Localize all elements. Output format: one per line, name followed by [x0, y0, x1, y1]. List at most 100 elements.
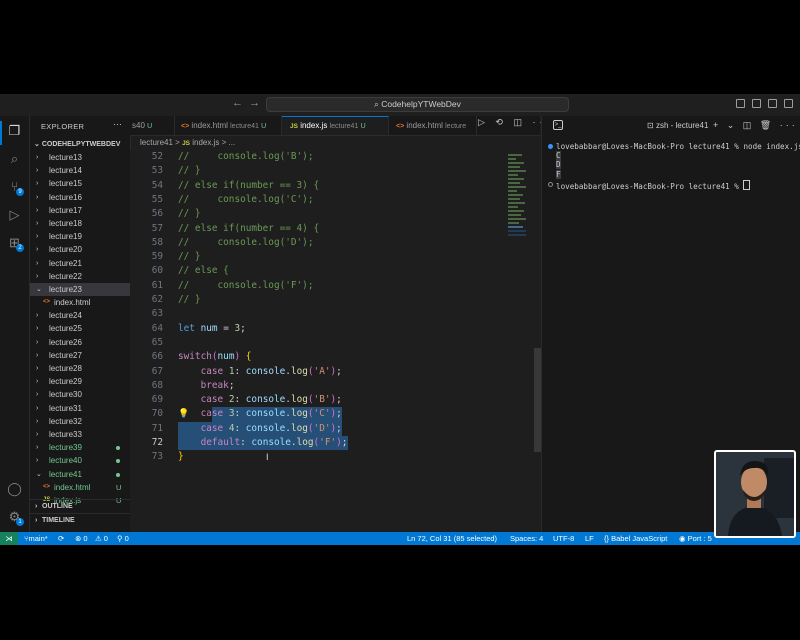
- tree-item[interactable]: › lecture21: [30, 257, 130, 270]
- breadcrumb-tail[interactable]: > ...: [222, 138, 236, 147]
- outline-section[interactable]: › OUTLINE: [30, 499, 130, 513]
- tree-item[interactable]: › lecture22: [30, 270, 130, 283]
- lightbulb-icon[interactable]: 💡: [178, 407, 189, 421]
- search-icon[interactable]: ⌕: [6, 150, 23, 167]
- code-line[interactable]: 60 // else {: [130, 264, 540, 278]
- code-line[interactable]: 67 case 1: console.log('A');: [130, 365, 540, 379]
- source-control-icon[interactable]: ⑂ 9: [6, 178, 24, 196]
- terminal-actions[interactable]: + ⌄ ◫ 🗑 ··· ∧ ✕: [713, 120, 800, 131]
- code-line[interactable]: 56 // }: [130, 207, 540, 221]
- chevron-right-icon: ›: [36, 365, 39, 372]
- ports-count[interactable]: ⚲ 0: [117, 532, 129, 545]
- tree-item[interactable]: › lecture19: [30, 230, 130, 243]
- code-line[interactable]: 57 // else if(number == 4) {: [130, 222, 540, 236]
- terminal-icon[interactable]: >_: [553, 120, 563, 130]
- code-line[interactable]: 66 switch(num) {: [130, 350, 540, 364]
- tree-item[interactable]: <> index.html: [30, 296, 130, 309]
- code-line[interactable]: 54 // else if(number == 3) {: [130, 179, 540, 193]
- tree-item[interactable]: › lecture40: [30, 454, 130, 467]
- code-line[interactable]: 71 case 4: console.log('D');: [130, 421, 540, 436]
- tab-index-html-2[interactable]: <> index.html lecture: [390, 116, 477, 135]
- tree-item[interactable]: › lecture20: [30, 243, 130, 256]
- tab-index-html[interactable]: <> index.html lecture41 U: [175, 116, 282, 135]
- sync-icon[interactable]: ⟳: [58, 532, 64, 545]
- errors-count[interactable]: ⊗ 0: [75, 532, 88, 545]
- tree-item[interactable]: › lecture39: [30, 441, 130, 454]
- tree-item[interactable]: › lecture15: [30, 177, 130, 190]
- toggle-secondary-sidebar-icon[interactable]: [768, 99, 777, 108]
- tree-item-label: lecture16: [49, 192, 82, 202]
- tree-item[interactable]: ⌄ lecture23: [30, 282, 130, 297]
- tree-item[interactable]: › lecture24: [30, 309, 130, 322]
- tree-item[interactable]: ⌄ lecture41: [30, 468, 130, 481]
- tree-item[interactable]: <> index.html U: [30, 481, 130, 494]
- extensions-icon[interactable]: ⊞ 2: [6, 234, 24, 252]
- timeline-label: TIMELINE: [42, 517, 75, 524]
- command-success-icon[interactable]: [548, 144, 553, 149]
- command-center-search[interactable]: ⌕ CodehelpYTWebDev: [266, 97, 569, 112]
- terminal-shell-tab[interactable]: ⊡ zsh - lecture41: [647, 121, 708, 130]
- tree-item[interactable]: › lecture17: [30, 204, 130, 217]
- tree-item[interactable]: › lecture31: [30, 402, 130, 415]
- code-line[interactable]: 59 // }: [130, 250, 540, 264]
- run-debug-icon[interactable]: ▷: [6, 206, 23, 223]
- cursor-position[interactable]: Ln 72, Col 31 (85 selected): [407, 532, 497, 545]
- warnings-count[interactable]: ⚠ 0: [95, 532, 108, 545]
- breadcrumb-folder[interactable]: lecture41: [140, 138, 173, 147]
- terminal-output[interactable]: lovebabbar@Loves-MacBook-Pro lecture41 %…: [548, 142, 800, 191]
- code-line[interactable]: 68 break;: [130, 379, 540, 393]
- code-editor[interactable]: 52 // console.log('B'); 53 // } 54 // else if…: [130, 150, 540, 532]
- tree-item[interactable]: › lecture18: [30, 217, 130, 230]
- code-line[interactable]: 70 case 3: console.log('C'); 💡: [130, 407, 540, 422]
- code-line[interactable]: 69 case 2: console.log('B');: [130, 393, 540, 407]
- tab-index-js[interactable]: JS index.js lecture41 U: [282, 116, 389, 135]
- chevron-right-icon: ›: [35, 503, 38, 510]
- code-text: case 2: console.log('B');: [200, 394, 342, 406]
- settings-gear-icon[interactable]: ⚙ 1: [6, 508, 24, 526]
- tree-item[interactable]: › lecture30: [30, 388, 130, 401]
- code-line[interactable]: 52 // console.log('B');: [130, 150, 540, 164]
- code-line[interactable]: 58 // console.log('D');: [130, 236, 540, 250]
- chevron-right-icon: ›: [35, 517, 38, 524]
- tree-item[interactable]: › lecture25: [30, 322, 130, 335]
- toggle-panel-icon[interactable]: [752, 99, 761, 108]
- code-line[interactable]: 73}: [130, 450, 540, 464]
- toggle-sidebar-icon[interactable]: [736, 99, 745, 108]
- code-line[interactable]: 72 default: console.log('F');: [130, 436, 540, 451]
- port-indicator[interactable]: ◉ Port : 5: [679, 532, 712, 545]
- tree-item[interactable]: › lecture29: [30, 375, 130, 388]
- language-mode[interactable]: {} Babel JavaScript: [604, 532, 667, 545]
- breadcrumb-file[interactable]: index.js: [192, 138, 219, 147]
- code-line[interactable]: 61 // console.log('F');: [130, 279, 540, 293]
- end-of-line[interactable]: LF: [585, 532, 594, 545]
- command-pending-icon[interactable]: [548, 181, 553, 187]
- tree-item[interactable]: › lecture26: [30, 336, 130, 349]
- tree-item[interactable]: › lecture13: [30, 151, 130, 164]
- explorer-more-icon[interactable]: ···: [113, 119, 122, 129]
- tree-item[interactable]: › lecture28: [30, 362, 130, 375]
- tree-item[interactable]: › lecture27: [30, 349, 130, 362]
- tree-item[interactable]: › lecture33: [30, 428, 130, 441]
- files-icon[interactable]: ❐: [6, 122, 23, 139]
- forward-arrow-icon[interactable]: →: [249, 97, 260, 109]
- workspace-root[interactable]: ⌄ CODEHELPYTWEBDEV: [34, 140, 120, 148]
- back-arrow-icon[interactable]: ←: [232, 97, 243, 109]
- code-line[interactable]: 63: [130, 307, 540, 321]
- code-line[interactable]: 65: [130, 336, 540, 350]
- indentation[interactable]: Spaces: 4: [510, 532, 543, 545]
- tab-s40[interactable]: s40 U: [130, 116, 175, 135]
- git-branch[interactable]: ⑂main*: [24, 532, 48, 545]
- code-line[interactable]: 55 // console.log('C');: [130, 193, 540, 207]
- code-line[interactable]: 53 // }: [130, 164, 540, 178]
- account-icon[interactable]: ◯: [6, 480, 23, 497]
- tree-item[interactable]: › lecture16: [30, 191, 130, 204]
- minimap[interactable]: [506, 150, 534, 240]
- code-line[interactable]: 64 let num = 3;: [130, 322, 540, 336]
- encoding[interactable]: UTF-8: [553, 532, 574, 545]
- code-line[interactable]: 62 // }: [130, 293, 540, 307]
- tree-item[interactable]: › lecture14: [30, 164, 130, 177]
- remote-icon[interactable]: ⋊: [0, 532, 18, 545]
- tree-item[interactable]: › lecture32: [30, 415, 130, 428]
- customize-layout-icon[interactable]: [784, 99, 793, 108]
- timeline-section[interactable]: › TIMELINE: [30, 513, 130, 527]
